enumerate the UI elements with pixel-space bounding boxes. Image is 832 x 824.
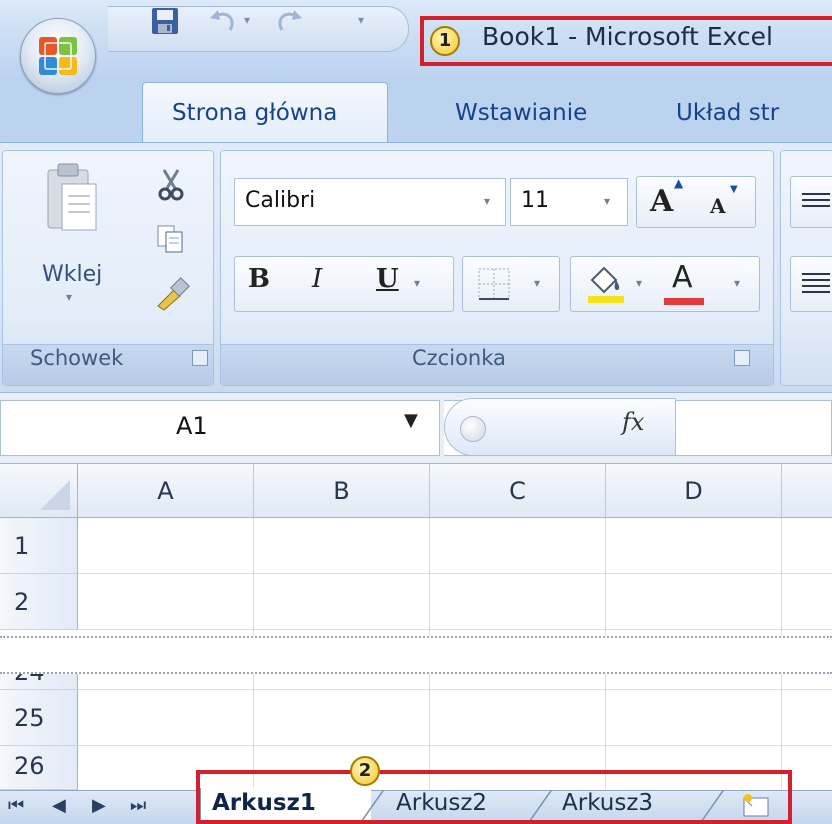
- callout-badge-1: 1: [430, 26, 460, 56]
- shrink-font-button[interactable]: A: [710, 194, 726, 218]
- undo-icon[interactable]: [206, 6, 240, 36]
- select-all-triangle-icon: [40, 480, 70, 510]
- cut-icon[interactable]: [156, 166, 186, 202]
- qat-customize-icon[interactable]: ▾: [354, 10, 368, 30]
- align-top-icon: [802, 193, 830, 207]
- font-dialog-launcher-icon[interactable]: [734, 350, 750, 366]
- callout-badge-2: 2: [350, 756, 380, 786]
- format-painter-icon[interactable]: [152, 276, 190, 312]
- grow-font-button[interactable]: A: [650, 184, 673, 219]
- align-left-icon: [802, 273, 830, 293]
- tab-home-label: Strona główna: [172, 100, 338, 126]
- font-color-dropdown-icon[interactable]: ▾: [734, 276, 740, 290]
- row-header-24-label: 24: [14, 674, 45, 686]
- office-button[interactable]: [20, 18, 96, 94]
- row-header-24[interactable]: 24: [0, 674, 78, 690]
- office-logo-icon: [39, 37, 77, 75]
- gridline: [78, 573, 832, 574]
- formula-cancel-icon[interactable]: [460, 416, 486, 442]
- undo-dropdown-icon[interactable]: ▾: [240, 10, 254, 30]
- font-color-swatch: [664, 298, 704, 305]
- column-header-d[interactable]: D: [606, 464, 782, 518]
- column-header-e[interactable]: [782, 464, 832, 518]
- column-header-b[interactable]: B: [254, 464, 430, 518]
- first-sheet-icon[interactable]: ⏮: [8, 792, 24, 820]
- cut-gap: [0, 636, 832, 674]
- window-title: Book1 - Microsoft Excel: [482, 22, 773, 51]
- font-family-dropdown-icon[interactable]: ▾: [484, 194, 490, 208]
- save-icon[interactable]: [148, 6, 182, 36]
- paste-icon[interactable]: [44, 162, 100, 236]
- fill-color-icon[interactable]: [584, 262, 628, 306]
- font-group-label: Czcionka: [412, 346, 506, 370]
- underline-button[interactable]: U: [376, 264, 399, 294]
- fill-color-dropdown-icon[interactable]: ▾: [636, 276, 642, 290]
- gridline: [78, 689, 832, 690]
- last-sheet-icon[interactable]: ⏭: [130, 792, 146, 820]
- font-size-dropdown-icon[interactable]: ▾: [604, 194, 610, 208]
- cut-line-bottom: [0, 672, 832, 674]
- gridline: [78, 745, 832, 746]
- name-box[interactable]: [0, 400, 440, 456]
- font-size-select[interactable]: 11: [510, 178, 628, 226]
- column-header-c[interactable]: C: [430, 464, 606, 518]
- italic-button[interactable]: I: [312, 264, 322, 294]
- borders-icon[interactable]: [476, 266, 512, 302]
- underline-dropdown-icon[interactable]: ▾: [414, 276, 420, 290]
- gridline: [78, 629, 832, 630]
- select-all-button[interactable]: [0, 464, 78, 518]
- font-family-select[interactable]: Calibri: [234, 178, 506, 226]
- insert-function-button[interactable]: fx: [622, 408, 644, 436]
- copy-icon[interactable]: [156, 224, 186, 254]
- bold-button[interactable]: B: [248, 264, 270, 294]
- redo-icon[interactable]: [272, 6, 306, 36]
- row-header-1[interactable]: 1: [0, 518, 78, 574]
- paste-label[interactable]: Wklej: [42, 262, 102, 287]
- borders-dropdown-icon[interactable]: ▾: [534, 276, 540, 290]
- previous-sheet-icon[interactable]: ◀: [52, 792, 66, 820]
- row-header-26-label: 26: [14, 752, 45, 780]
- cut-line-top: [0, 636, 832, 638]
- column-header-a[interactable]: A: [78, 464, 254, 518]
- sheet-tabs-callout-box: [196, 770, 792, 824]
- row-header-25[interactable]: 25: [0, 690, 78, 746]
- paste-dropdown-icon[interactable]: ▾: [66, 290, 72, 304]
- grow-arrow-icon: ▲: [674, 176, 684, 190]
- name-box-value: A1: [176, 412, 208, 440]
- clipboard-dialog-launcher-icon[interactable]: [192, 350, 208, 366]
- font-color-button[interactable]: A: [672, 260, 693, 295]
- clipboard-group-label: Schowek: [30, 346, 124, 370]
- next-sheet-icon[interactable]: ▶: [92, 792, 106, 820]
- tab-page-layout[interactable]: Układ str: [676, 100, 779, 126]
- shrink-arrow-icon: ▼: [730, 184, 738, 195]
- row-header-26[interactable]: 26: [0, 746, 78, 790]
- row-header-2[interactable]: 2: [0, 574, 78, 630]
- tab-insert[interactable]: Wstawianie: [455, 100, 587, 126]
- name-box-dropdown-icon[interactable]: ▼: [404, 410, 418, 431]
